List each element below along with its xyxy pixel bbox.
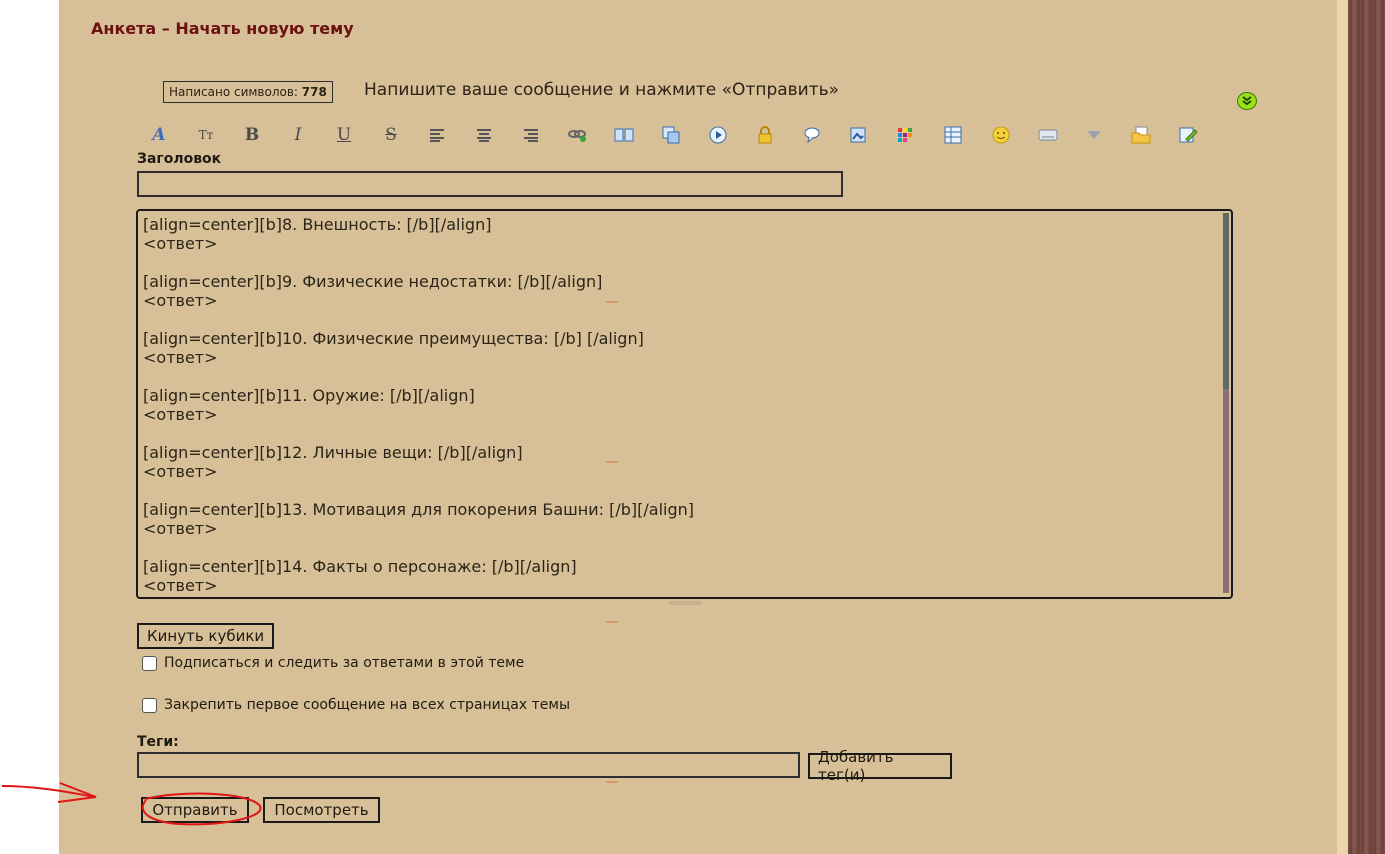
pin-first-post-checkbox[interactable] [142, 698, 157, 713]
divider-mark [606, 621, 618, 623]
pin-first-post-label: Закрепить первое сообщение на всех стран… [164, 697, 571, 713]
font-size-icon-glyph: Tт [198, 128, 214, 142]
wood-background [1348, 0, 1385, 854]
subject-label: Заголовок [137, 151, 222, 167]
lock-icon[interactable] [754, 124, 776, 146]
message-textarea[interactable]: [align=center][b]8. Внешность: [/b][/ali… [136, 209, 1233, 599]
instruction-text: Напишите ваше сообщение и нажмите «Отпра… [364, 80, 840, 100]
underline-icon[interactable]: U [333, 124, 355, 146]
preview-button[interactable]: Посмотреть [263, 797, 380, 823]
folder-icon[interactable] [1130, 124, 1152, 146]
divider-mark [606, 301, 618, 303]
keyboard-icon[interactable] [1037, 124, 1059, 146]
add-tags-button[interactable]: Добавить тег(и) [808, 748, 952, 784]
form-title: Анкета – Начать новую тему [91, 19, 354, 38]
picture-icon[interactable] [847, 124, 869, 146]
link-icon[interactable] [567, 124, 589, 146]
edit-icon[interactable] [1177, 124, 1199, 146]
textarea-scroll-thumb[interactable] [1223, 213, 1229, 389]
book-icon[interactable] [613, 124, 635, 146]
textarea-scrollbar[interactable] [1223, 213, 1229, 593]
divider-mark [606, 781, 618, 783]
tags-label: Теги: [137, 734, 179, 750]
font-icon[interactable]: A [148, 124, 170, 146]
divider-mark [606, 461, 618, 463]
align-center-icon[interactable] [473, 124, 495, 146]
bold-icon[interactable]: B [241, 124, 263, 146]
char-counter-label: Написано символов: [169, 85, 298, 99]
italic-icon[interactable]: I [287, 124, 309, 146]
font-size-icon[interactable]: Tт [195, 124, 217, 146]
smiley-icon[interactable] [990, 124, 1012, 146]
strikethrough-icon-glyph: S [385, 125, 397, 145]
bold-icon-glyph: B [244, 125, 260, 145]
italic-icon-glyph: I [294, 125, 302, 145]
underline-icon-glyph: U [336, 125, 352, 145]
copy-icon[interactable] [660, 124, 682, 146]
tags-input[interactable] [137, 752, 800, 778]
subject-input[interactable] [137, 171, 843, 197]
subscribe-label: Подписаться и следить за ответами в этой… [164, 655, 525, 671]
table-icon[interactable] [942, 124, 964, 146]
color-palette-icon[interactable] [894, 124, 916, 146]
dropdown-arrow-icon[interactable] [1083, 124, 1105, 146]
panel-edge [1337, 0, 1348, 854]
textarea-resize-handle[interactable] [669, 601, 702, 605]
strikethrough-icon[interactable]: S [380, 124, 402, 146]
collapse-toggle-icon[interactable] [1237, 92, 1257, 110]
align-left-icon[interactable] [426, 124, 448, 146]
roll-dice-button[interactable]: Кинуть кубики [137, 623, 275, 649]
char-count-value: 778 [301, 85, 327, 99]
char-counter: Написано символов: 778 [163, 81, 333, 103]
font-icon-glyph: A [152, 125, 166, 145]
message-text: [align=center][b]8. Внешность: [/b][/ali… [143, 215, 695, 595]
submit-button[interactable]: Отправить [141, 797, 249, 823]
align-right-icon[interactable] [520, 124, 542, 146]
speech-bubble-icon[interactable] [801, 124, 823, 146]
media-play-icon[interactable] [707, 124, 729, 146]
subscribe-checkbox[interactable] [142, 656, 157, 671]
